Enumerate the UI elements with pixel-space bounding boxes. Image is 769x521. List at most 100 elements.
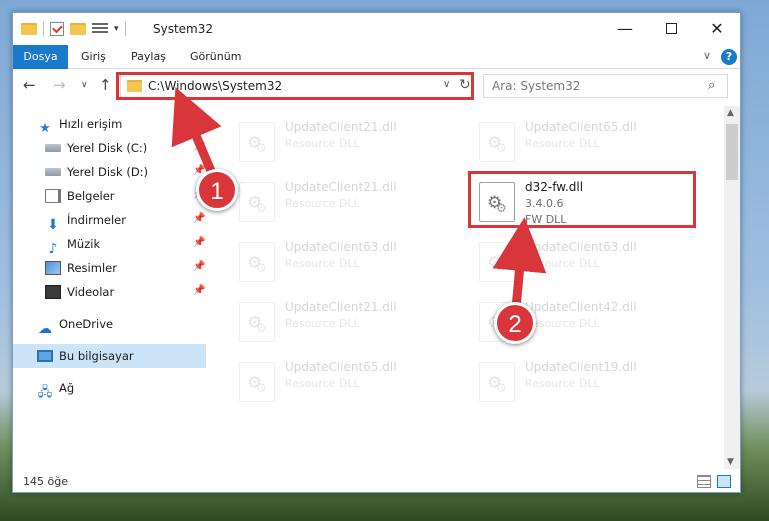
- sidebar-item-label: Müzik: [67, 237, 101, 251]
- sidebar-item-videos[interactable]: Videolar: [45, 280, 114, 304]
- tiles-view-icon[interactable]: [717, 475, 731, 488]
- back-button[interactable]: ←: [23, 76, 36, 94]
- dll-file-icon: ⚙⚙: [239, 302, 275, 342]
- sidebar-item-local-disk-d[interactable]: Yerel Disk (D:): [45, 160, 148, 184]
- address-bar[interactable]: C:\Windows\System32 ∨ ↻: [120, 74, 473, 98]
- refresh-icon[interactable]: ↻: [459, 77, 471, 93]
- sidebar-item-downloads[interactable]: ⬇ İndirmeler: [45, 208, 126, 233]
- dll-file-icon: ⚙⚙: [239, 362, 275, 402]
- search-icon[interactable]: ⌕: [708, 78, 715, 93]
- file-description: Resource DLL: [285, 377, 360, 390]
- up-button[interactable]: ↑: [99, 76, 112, 94]
- sidebar-item-label: Resimler: [67, 261, 117, 275]
- sidebar-item-onedrive[interactable]: ☁ OneDrive: [37, 312, 114, 337]
- close-button[interactable]: ✕: [694, 13, 740, 43]
- list-item[interactable]: ⚙ ⚙ UpdateClient63.dll Resource DLL: [475, 236, 705, 292]
- sidebar-item-local-disk-c[interactable]: Yerel Disk (C:): [45, 136, 211, 160]
- star-icon: ★: [39, 121, 51, 136]
- sidebar-item-label: OneDrive: [59, 317, 114, 331]
- toolbar-separator: [124, 22, 126, 36]
- list-item[interactable]: ⚙ ⚙ UpdateClient65.dll Resource DLL: [235, 356, 465, 412]
- scroll-up-icon[interactable]: ▲: [727, 108, 734, 118]
- toolbar-separator: [43, 22, 44, 36]
- new-folder-icon[interactable]: [70, 23, 86, 35]
- file-name: UpdateClient42.dll: [525, 300, 637, 314]
- view-options-icon[interactable]: [92, 23, 108, 35]
- search-placeholder: Ara: System32: [492, 79, 581, 93]
- file-version: 3.4.0.6: [525, 197, 564, 210]
- file-name: UpdateClient63.dll: [285, 240, 397, 254]
- properties-icon[interactable]: [50, 22, 64, 36]
- search-input[interactable]: Ara: System32 ⌕: [483, 74, 728, 98]
- list-item[interactable]: ⚙ ⚙ UpdateClient65.dll Resource DLL: [475, 116, 705, 172]
- file-description: Resource DLL: [285, 137, 360, 150]
- dll-file-icon: ⚙⚙: [239, 182, 275, 222]
- file-description: Resource DLL: [285, 317, 360, 330]
- sidebar-item-quick-access[interactable]: ★ Hızlı erişim: [37, 112, 122, 136]
- dll-file-icon: ⚙⚙: [479, 242, 515, 282]
- explorer-window: ▾ System32 — ✕ Dosya Giriş Paylaş Görünü…: [12, 12, 741, 493]
- address-path[interactable]: C:\Windows\System32: [148, 79, 282, 93]
- scrollbar-thumb[interactable]: [726, 124, 738, 180]
- sidebar-item-this-pc[interactable]: Bu bilgisayar: [13, 344, 206, 368]
- dll-file-icon: ⚙⚙: [239, 122, 275, 162]
- computer-icon: [37, 350, 53, 362]
- sidebar-item-network[interactable]: 🖧 Ağ: [37, 376, 74, 400]
- sidebar-item-label: İndirmeler: [67, 213, 126, 227]
- list-item[interactable]: ⚙ ⚙ UpdateClient21.dll Resource DLL: [235, 176, 465, 232]
- navigation-pane: ★ Hızlı erişim Yerel Disk (C:) 📌 Yerel D…: [13, 106, 211, 469]
- document-icon: [45, 189, 61, 203]
- list-item-target-dll[interactable]: ⚙ ⚙ d32-fw.dll 3.4.0.6 FW DLL: [475, 176, 705, 232]
- maximize-icon: [665, 22, 677, 34]
- dll-file-icon: ⚙⚙: [239, 242, 275, 282]
- sidebar-item-label: Hızlı erişim: [59, 117, 123, 131]
- pin-icon: 📌: [193, 213, 206, 224]
- scroll-down-icon[interactable]: ▼: [727, 457, 734, 467]
- step-2-badge: 2: [494, 302, 536, 344]
- tab-file[interactable]: Dosya: [13, 45, 68, 69]
- file-name: UpdateClient21.dll: [285, 120, 397, 134]
- sidebar-item-documents[interactable]: Belgeler: [45, 184, 115, 208]
- dll-file-icon: ⚙⚙: [479, 182, 515, 222]
- download-icon: ⬇: [47, 217, 59, 233]
- file-name: UpdateClient19.dll: [525, 360, 637, 374]
- sidebar-item-pictures[interactable]: Resimler: [45, 256, 117, 280]
- list-item[interactable]: ⚙ ⚙ UpdateClient21.dll Resource DLL: [235, 296, 465, 352]
- tab-home[interactable]: Giriş: [81, 45, 106, 69]
- file-name: d32-fw.dll: [525, 180, 584, 194]
- quick-access-toolbar: ▾: [21, 20, 126, 38]
- address-dropdown-icon[interactable]: ∨: [443, 79, 450, 90]
- tab-view[interactable]: Görünüm: [190, 45, 241, 69]
- list-item[interactable]: ⚙ ⚙ UpdateClient19.dll Resource DLL: [475, 356, 705, 412]
- maximize-button[interactable]: [648, 13, 694, 43]
- cloud-icon: ☁: [38, 321, 52, 337]
- minimize-button[interactable]: —: [602, 13, 648, 43]
- dll-file-icon: ⚙⚙: [479, 122, 515, 162]
- file-name: UpdateClient21.dll: [285, 180, 397, 194]
- list-item[interactable]: ⚙ ⚙ UpdateClient21.dll Resource DLL: [235, 116, 465, 172]
- help-icon[interactable]: ?: [721, 49, 737, 65]
- title-bar: ▾ System32 — ✕: [13, 13, 740, 45]
- details-view-icon[interactable]: [697, 475, 711, 488]
- file-name: UpdateClient65.dll: [525, 120, 637, 134]
- navigation-bar: ← → ∨ ↑ C:\Windows\System32 ∨ ↻ Ara: Sys…: [13, 70, 740, 102]
- file-description: Resource DLL: [525, 257, 600, 270]
- customize-toolbar-dropdown[interactable]: ▾: [114, 24, 119, 34]
- sidebar-item-label: Videolar: [67, 285, 115, 299]
- disk-icon: [45, 144, 61, 152]
- forward-button[interactable]: →: [53, 76, 66, 94]
- network-icon: 🖧: [37, 385, 53, 400]
- file-name: UpdateClient21.dll: [285, 300, 397, 314]
- recent-locations-dropdown[interactable]: ∨: [81, 80, 88, 90]
- pin-icon: 📌: [193, 285, 206, 296]
- file-name: UpdateClient63.dll: [525, 240, 637, 254]
- list-item[interactable]: ⚙ ⚙ UpdateClient63.dll Resource DLL: [235, 236, 465, 292]
- sidebar-item-label: Yerel Disk (D:): [67, 165, 149, 179]
- expand-ribbon-chevron-icon[interactable]: ∨: [703, 49, 711, 62]
- vertical-scrollbar[interactable]: ▲ ▼: [724, 106, 740, 469]
- tab-share[interactable]: Paylaş: [131, 45, 166, 69]
- sidebar-item-label: Belgeler: [67, 189, 115, 203]
- folder-icon: [127, 80, 142, 92]
- sidebar-item-label: Yerel Disk (C:): [67, 141, 148, 155]
- sidebar-item-music[interactable]: ♪ Müzik: [45, 232, 101, 257]
